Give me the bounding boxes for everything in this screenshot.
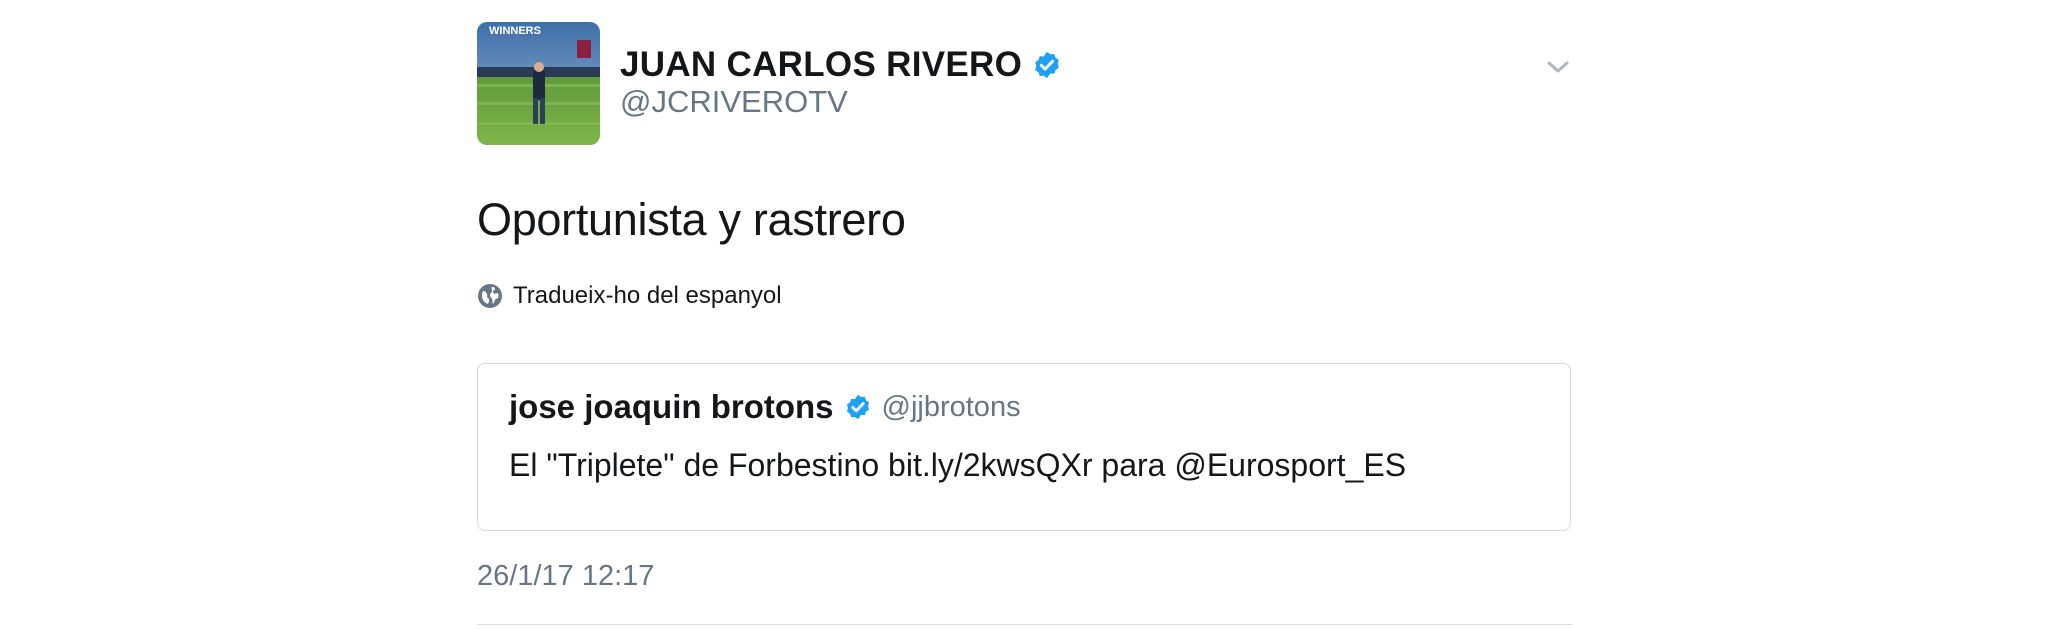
verified-badge-icon [846, 394, 869, 420]
verified-badge-icon [1035, 51, 1059, 79]
quoted-author-display-name: jose joaquin brotons [509, 388, 834, 425]
translate-link[interactable]: Tradueix-ho del espanyol [477, 282, 782, 310]
avatar-photo: WINNERS [477, 22, 600, 145]
tweet: WINNERS JUAN CARLOS RIVERO @JCRIVEROTV O… [477, 22, 1573, 625]
tweet-header: WINNERS JUAN CARLOS RIVERO @JCRIVEROTV [477, 22, 1573, 147]
author-handle[interactable]: @JCRIVEROTV [620, 84, 848, 120]
globe-icon [478, 284, 502, 308]
divider [477, 624, 1573, 625]
translate-label[interactable]: Tradueix-ho del espanyol [513, 282, 782, 310]
quoted-tweet[interactable]: jose joaquin brotons @jjbrotons El "Trip… [477, 363, 1571, 531]
quoted-tweet-text: El "Triplete" de Forbestino bit.ly/2kwsQ… [509, 447, 1407, 483]
avatar[interactable]: WINNERS [477, 22, 600, 145]
avatar-banner-text: WINNERS [489, 25, 541, 37]
chevron-down-icon[interactable] [1543, 52, 1573, 82]
tweet-text: Oportunista y rastrero [477, 194, 906, 245]
page: WINNERS JUAN CARLOS RIVERO @JCRIVEROTV O… [0, 0, 2048, 630]
tweet-timestamp[interactable]: 26/1/17 12:17 [477, 560, 654, 593]
author-name-row: JUAN CARLOS RIVERO [620, 42, 1062, 88]
quoted-author-handle: @jjbrotons [881, 390, 1021, 423]
quoted-tweet-header: jose joaquin brotons @jjbrotons [509, 388, 1021, 426]
author-display-name[interactable]: JUAN CARLOS RIVERO [620, 45, 1022, 85]
